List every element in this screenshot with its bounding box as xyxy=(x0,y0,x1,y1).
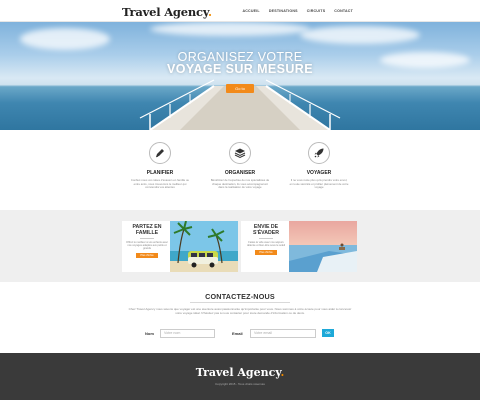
layers-icon xyxy=(229,142,251,164)
hero-banner: ORGANISEZ VOTRE VOYAGE SUR MESURE Go to xyxy=(0,22,480,130)
service-organiser: ORGANISER Bénéficiez de l'expertise de n… xyxy=(210,142,270,190)
nav-accueil[interactable]: ACCUEIL xyxy=(242,9,259,13)
email-label: Email xyxy=(232,331,243,336)
service-title: PLANIFIER xyxy=(146,170,174,176)
divider xyxy=(140,238,154,239)
hero-title-line2: VOYAGE SUR MESURE xyxy=(167,62,313,76)
offer-card-text: PARTEZ EN FAMILLE Offrez le meilleur à v… xyxy=(126,224,168,259)
service-title: VOYAGER xyxy=(306,170,332,176)
offer-more-button[interactable]: Plus d'infos xyxy=(136,253,158,259)
main-nav: ACCUEIL DESTINATIONS CIRCUITS CONTACT xyxy=(242,9,353,13)
name-label: Nom xyxy=(145,331,154,336)
pier-illustration xyxy=(139,79,341,130)
offer-card-text: ENVIE DE S'ÉVADER Faites le vide avec no… xyxy=(245,224,287,256)
nav-circuits[interactable]: CIRCUITS xyxy=(307,9,326,13)
offer-desc: Faites le vide avec nos séjours détente … xyxy=(246,240,286,247)
offer-desc: Offrez le meilleur à vos enfants avec no… xyxy=(126,240,168,251)
logo[interactable]: Travel Agency. xyxy=(122,5,212,19)
service-planifier: PLANIFIER Confiez-nous vos idées d'évasi… xyxy=(130,142,190,190)
contact-section: CONTACTEZ-NOUS Chez Travel Agency nous s… xyxy=(0,282,480,353)
family-van-image xyxy=(170,221,238,272)
name-input[interactable] xyxy=(160,328,215,338)
rocket-icon xyxy=(308,142,330,164)
contact-description: Chez Travel Agency nous savons que voyag… xyxy=(128,307,352,315)
offer-card-evasion: ENVIE DE S'ÉVADER Faites le vide avec no… xyxy=(241,221,357,272)
copyright-text: Copyright 2015 - Tous droits réservés xyxy=(215,382,265,386)
beach-pool-image xyxy=(289,221,357,272)
pen-icon xyxy=(149,142,171,164)
service-title: ORGANISER xyxy=(224,170,256,176)
service-desc: Il ne vous reste plus qu'à prendre votre… xyxy=(289,178,349,190)
site-footer: Travel Agency. Copyright 2015 - Tous dro… xyxy=(0,353,480,400)
services-section: PLANIFIER Confiez-nous vos idées d'évasi… xyxy=(0,130,480,210)
service-desc: Confiez-nous vos idées d'évasion en fami… xyxy=(130,178,190,190)
footer-logo: Travel Agency. xyxy=(195,366,285,379)
service-voyager: VOYAGER Il ne vous reste plus qu'à prend… xyxy=(289,142,349,190)
service-desc: Bénéficiez de l'expertise de nos spécial… xyxy=(210,178,270,190)
offer-more-button[interactable]: Plus d'infos xyxy=(255,250,277,256)
offer-card-famille: PARTEZ EN FAMILLE Offrez le meilleur à v… xyxy=(122,221,238,272)
nav-destinations[interactable]: DESTINATIONS xyxy=(269,9,298,13)
email-input[interactable] xyxy=(250,328,316,338)
site-header: Travel Agency. ACCUEIL DESTINATIONS CIRC… xyxy=(0,0,480,22)
offer-title: PARTEZ EN FAMILLE xyxy=(132,224,162,236)
offers-section: PARTEZ EN FAMILLE Offrez le meilleur à v… xyxy=(0,210,480,282)
divider xyxy=(259,238,273,239)
divider xyxy=(190,302,290,303)
hero-button[interactable]: Go to xyxy=(226,84,254,93)
offer-title: ENVIE DE S'ÉVADER xyxy=(253,224,279,236)
contact-title: CONTACTEZ-NOUS xyxy=(205,292,275,301)
submit-button[interactable]: OK xyxy=(322,329,334,337)
nav-contact[interactable]: CONTACT xyxy=(334,9,353,13)
